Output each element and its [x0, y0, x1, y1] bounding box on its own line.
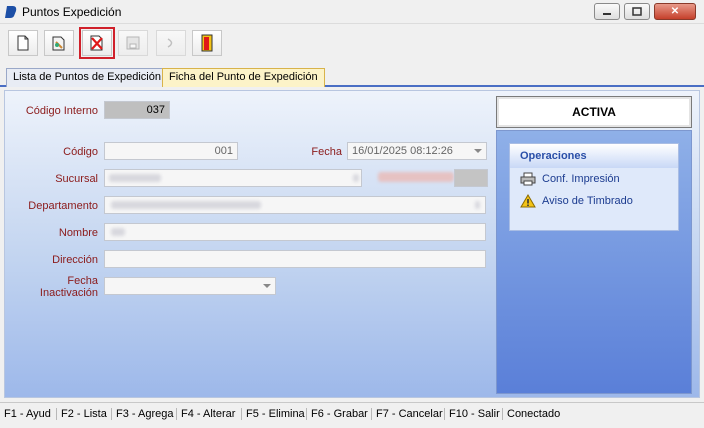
delete-document-icon	[90, 35, 103, 51]
f6-key[interactable]: F6 - Grabar	[307, 407, 372, 420]
redacted-text	[353, 174, 359, 182]
codigo-label: Código	[63, 146, 98, 158]
redacted-label	[378, 172, 454, 182]
maximize-icon	[632, 7, 642, 16]
status-text: ACTIVA	[572, 105, 616, 119]
status-bar: F1 - Ayud F2 - Lista F3 - Agrega F4 - Al…	[0, 402, 704, 424]
chevron-down-icon[interactable]	[474, 149, 482, 153]
chevron-down-icon[interactable]	[263, 284, 271, 288]
save-button[interactable]	[118, 30, 148, 56]
maximize-button[interactable]	[624, 3, 650, 20]
exit-button[interactable]	[192, 30, 222, 56]
save-disk-icon	[126, 36, 140, 50]
operations-box: Operaciones Conf. Impresión Aviso de Tim…	[509, 143, 679, 231]
exit-door-icon	[201, 34, 213, 52]
redacted-text	[475, 201, 480, 209]
window-title: Puntos Expedición	[22, 5, 122, 19]
tab-strip: Lista de Puntos de Expedición Ficha del …	[0, 68, 704, 87]
fecha-label: Fecha	[311, 146, 342, 158]
sucursal-code-field	[454, 169, 488, 187]
operations-title: Operaciones	[510, 144, 678, 168]
f2-key[interactable]: F2 - Lista	[57, 407, 112, 420]
codigo-interno-label: Código Interno	[25, 105, 98, 117]
f1-key[interactable]: F1 - Ayud	[0, 407, 57, 420]
edit-document-icon	[52, 36, 65, 51]
toolbar	[0, 27, 704, 60]
fecha-value: 16/01/2025 08:12:26	[352, 145, 453, 157]
codigo-interno-field: 037	[104, 101, 170, 119]
conf-impresion-label: Conf. Impresión	[542, 173, 620, 185]
printer-icon	[520, 172, 536, 186]
aviso-timbrado-link[interactable]: Aviso de Timbrado	[510, 190, 678, 212]
tab-ficha[interactable]: Ficha del Punto de Expedición	[162, 68, 325, 87]
fecha-inactivacion-field[interactable]	[104, 277, 276, 295]
sucursal-field[interactable]	[104, 169, 362, 187]
delete-button[interactable]	[79, 27, 115, 59]
app-logo-icon	[5, 6, 17, 18]
redacted-text	[109, 174, 161, 182]
f7-key[interactable]: F7 - Cancelar	[372, 407, 445, 420]
conf-impresion-link[interactable]: Conf. Impresión	[510, 168, 678, 190]
operations-panel: Operaciones Conf. Impresión Aviso de Tim…	[496, 130, 692, 394]
close-icon: ✕	[670, 6, 680, 17]
status-badge: ACTIVA	[496, 96, 692, 128]
direccion-field[interactable]	[104, 250, 486, 268]
redacted-text	[111, 228, 125, 236]
connection-status: Conectado	[507, 407, 561, 420]
minimize-button[interactable]	[594, 3, 620, 20]
nombre-label: Nombre	[58, 227, 98, 239]
departamento-label: Departamento	[28, 200, 98, 212]
close-button[interactable]: ✕	[654, 3, 696, 20]
minimize-icon	[603, 12, 611, 15]
redacted-text	[111, 201, 261, 209]
new-document-icon	[17, 35, 29, 51]
fecha-field[interactable]: 16/01/2025 08:12:26	[347, 142, 487, 160]
f4-key[interactable]: F4 - Alterar	[177, 407, 242, 420]
sucursal-label: Sucursal	[55, 173, 98, 185]
title-bar: Puntos Expedición ✕	[0, 0, 704, 24]
new-button[interactable]	[8, 30, 38, 56]
undo-icon	[167, 38, 173, 48]
edit-button[interactable]	[44, 30, 74, 56]
aviso-timbrado-label: Aviso de Timbrado	[542, 195, 633, 207]
f10-key[interactable]: F10 - Salir	[445, 407, 503, 420]
f5-key[interactable]: F5 - Elimina	[242, 407, 307, 420]
fecha-inactivacion-label: Fecha Inactivación	[39, 275, 98, 299]
departamento-field[interactable]	[104, 196, 486, 214]
nombre-field[interactable]	[104, 223, 486, 241]
undo-button[interactable]	[156, 30, 186, 56]
direccion-label: Dirección	[52, 254, 98, 266]
f3-key[interactable]: F3 - Agrega	[112, 407, 177, 420]
tab-lista[interactable]: Lista de Puntos de Expedición	[6, 68, 168, 87]
codigo-field[interactable]: 001	[104, 142, 238, 160]
warning-icon	[520, 194, 536, 208]
